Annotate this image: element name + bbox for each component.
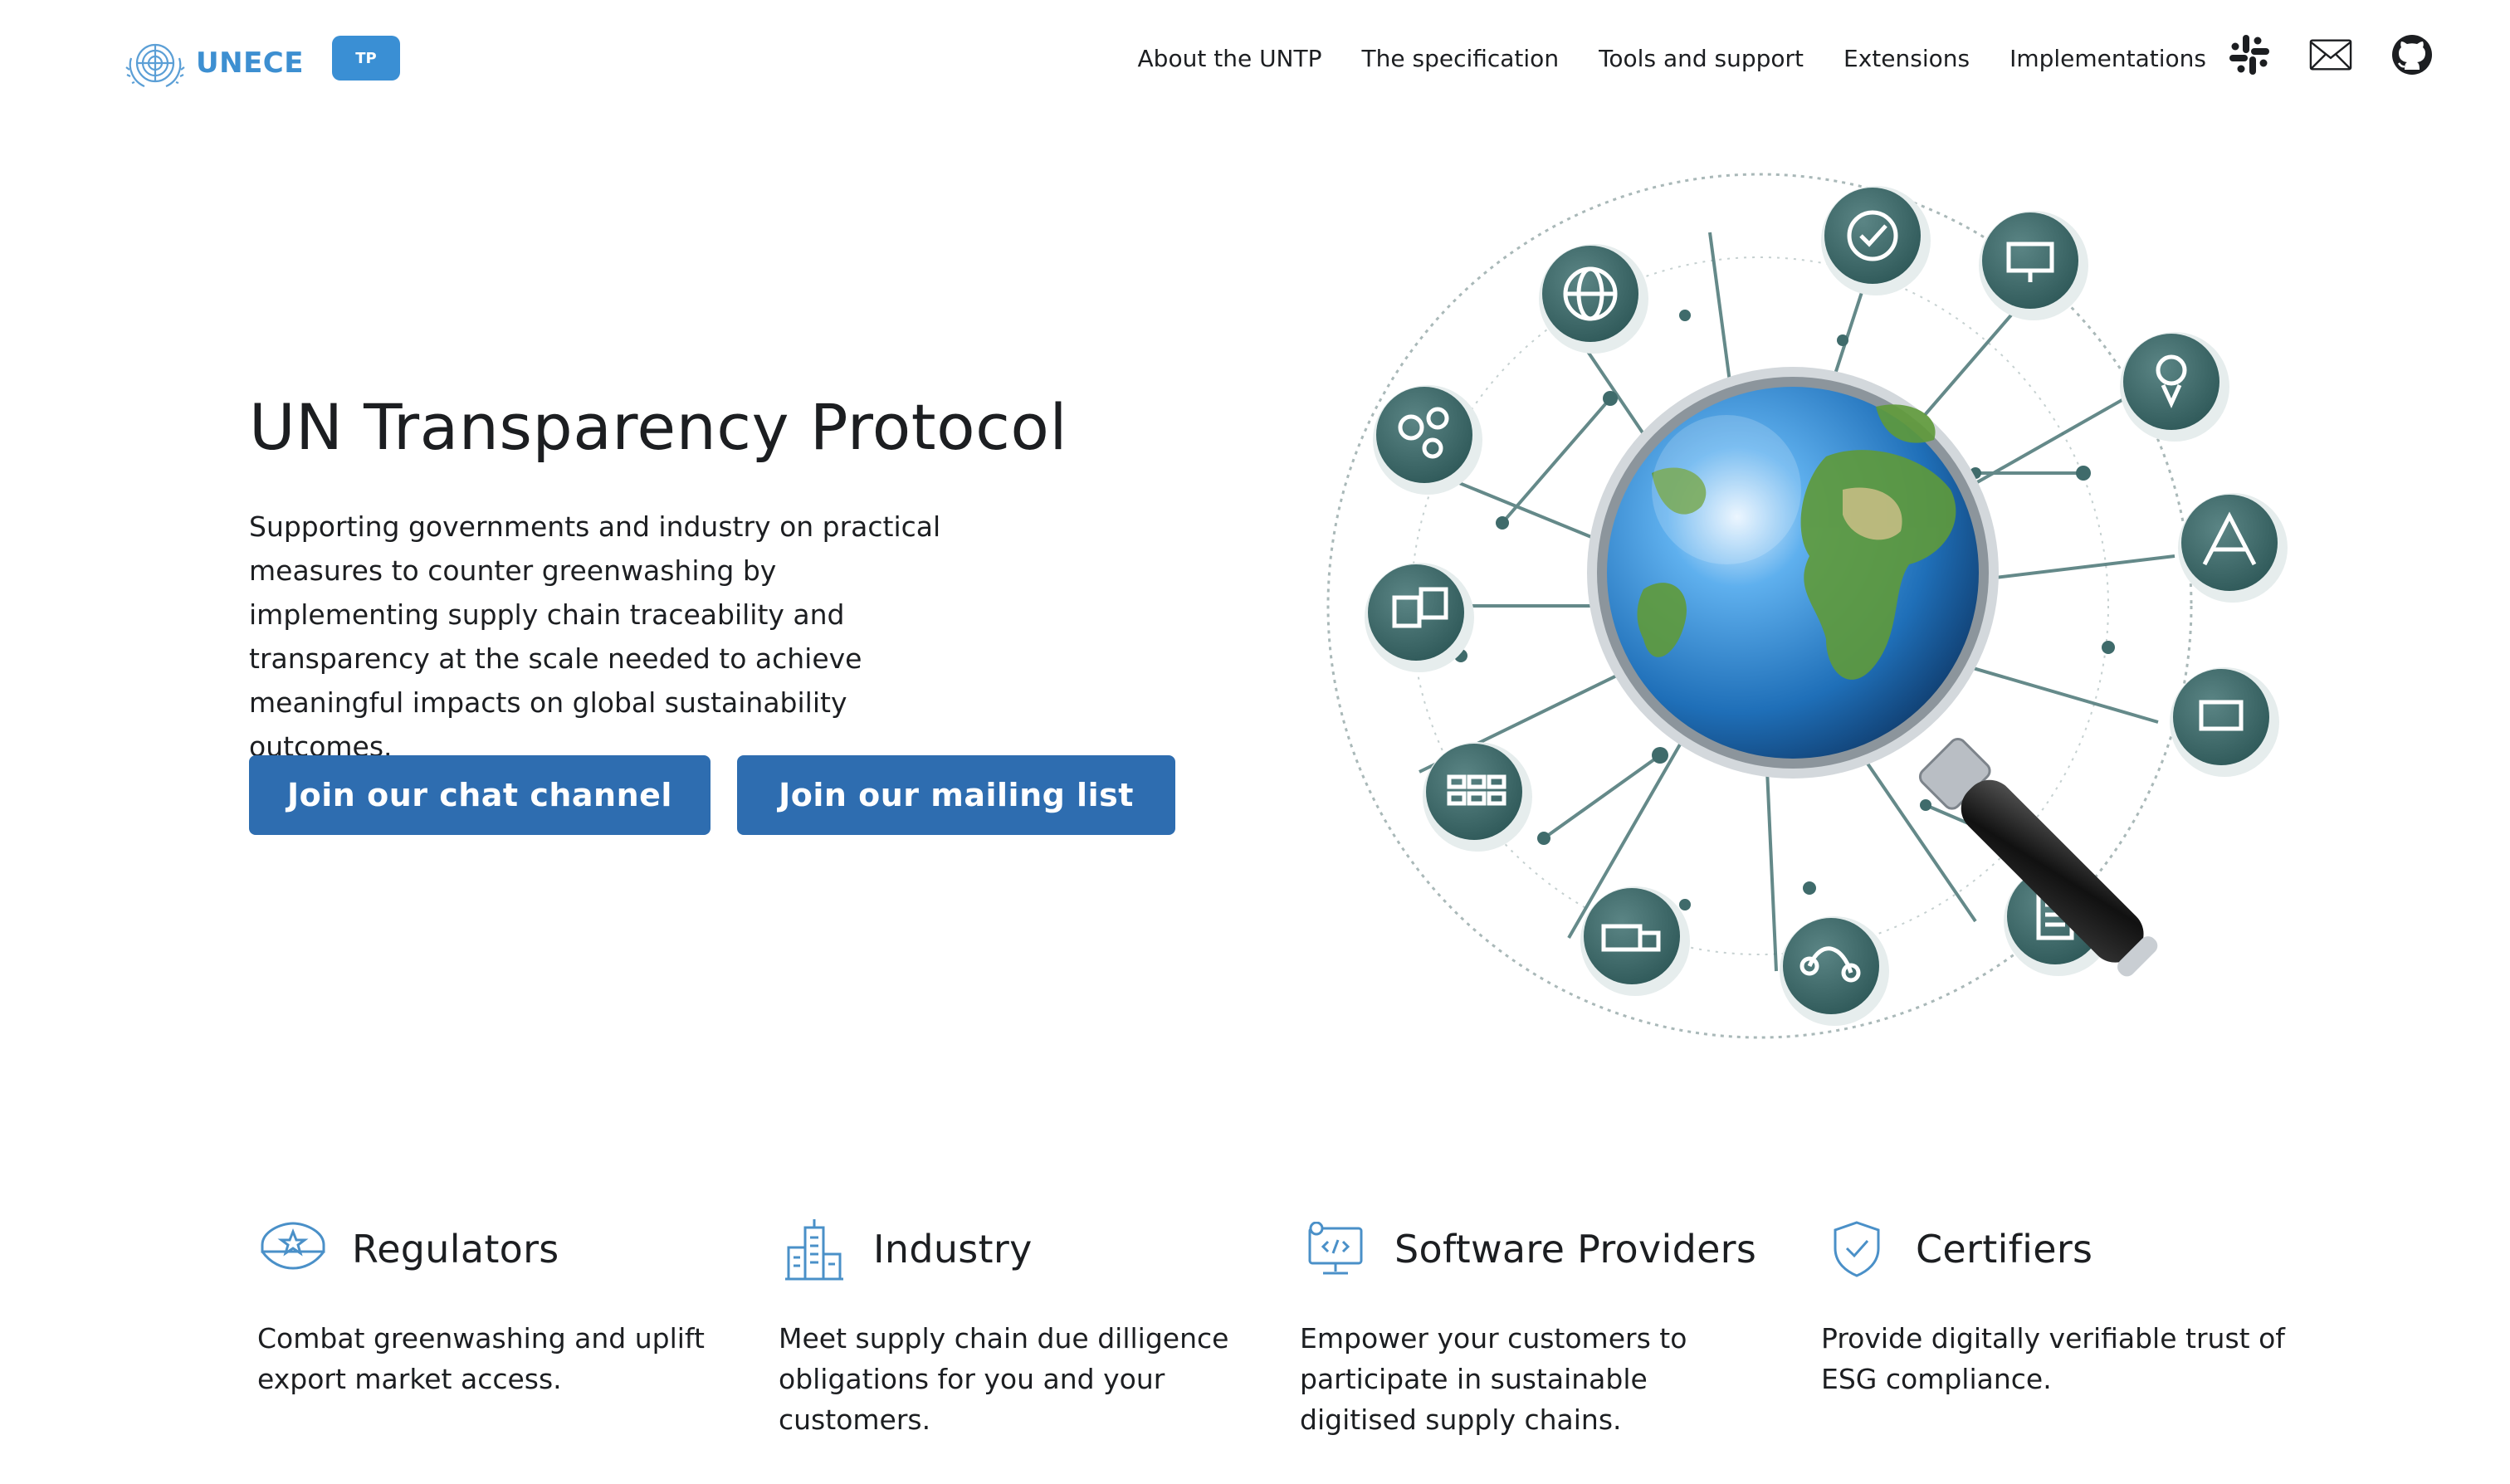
feature-text: Combat greenwashing and uplift export ma… xyxy=(257,1322,705,1395)
feature-title: Industry xyxy=(873,1227,1033,1272)
nav-extensions[interactable]: Extensions xyxy=(1843,45,1970,72)
feature-regulators: Regulators Combat greenwashing and uplif… xyxy=(257,1212,722,1399)
join-mailing-list-button[interactable]: Join our mailing list xyxy=(737,755,1175,835)
hero-title: UN Transparency Protocol xyxy=(249,390,1067,464)
github-icon[interactable] xyxy=(2390,33,2434,76)
nav-tools-support[interactable]: Tools and support xyxy=(1599,45,1804,72)
feature-software-providers: Software Providers Empower your customer… xyxy=(1300,1212,1765,1440)
code-monitor-icon xyxy=(1300,1214,1371,1284)
feature-title: Regulators xyxy=(352,1227,559,1272)
mail-icon[interactable] xyxy=(2309,33,2352,76)
navbar: UNECE TP About the UNTP The specificatio… xyxy=(0,0,2510,116)
nav-implementations[interactable]: Implementations xyxy=(2009,45,2206,72)
feature-title: Software Providers xyxy=(1394,1227,1757,1272)
police-cap-icon xyxy=(257,1214,329,1284)
slack-icon[interactable] xyxy=(2228,33,2271,76)
brand[interactable]: UNECE TP xyxy=(123,33,400,93)
nav-links: About the UNTP The specification Tools a… xyxy=(1138,45,2206,72)
feature-text: Empower your customers to participate in… xyxy=(1300,1322,1687,1436)
nav-icons xyxy=(2228,33,2434,76)
feature-certifiers: Certifiers Provide digitally verifiable … xyxy=(1821,1212,2286,1399)
factory-building-icon xyxy=(779,1214,850,1284)
hero-illustration xyxy=(1295,124,2291,1104)
hero-subtitle: Supporting governments and industry on p… xyxy=(249,510,941,763)
feature-title: Certifiers xyxy=(1916,1227,2093,1272)
join-chat-button[interactable]: Join our chat channel xyxy=(249,755,711,835)
nav-about[interactable]: About the UNTP xyxy=(1138,45,1322,72)
feature-text: Meet supply chain due dilligence obligat… xyxy=(779,1322,1229,1436)
nav-specification[interactable]: The specification xyxy=(1362,45,1560,72)
unece-logo[interactable]: UNECE xyxy=(123,33,304,93)
un-emblem-icon xyxy=(125,43,185,88)
feature-text: Provide digitally verifiable trust of ES… xyxy=(1821,1322,2285,1395)
feature-industry: Industry Meet supply chain due dilligenc… xyxy=(779,1212,1243,1440)
tp-badge[interactable]: TP xyxy=(331,36,400,81)
shield-check-icon xyxy=(1821,1214,1892,1284)
brand-text: UNECE xyxy=(196,46,304,80)
